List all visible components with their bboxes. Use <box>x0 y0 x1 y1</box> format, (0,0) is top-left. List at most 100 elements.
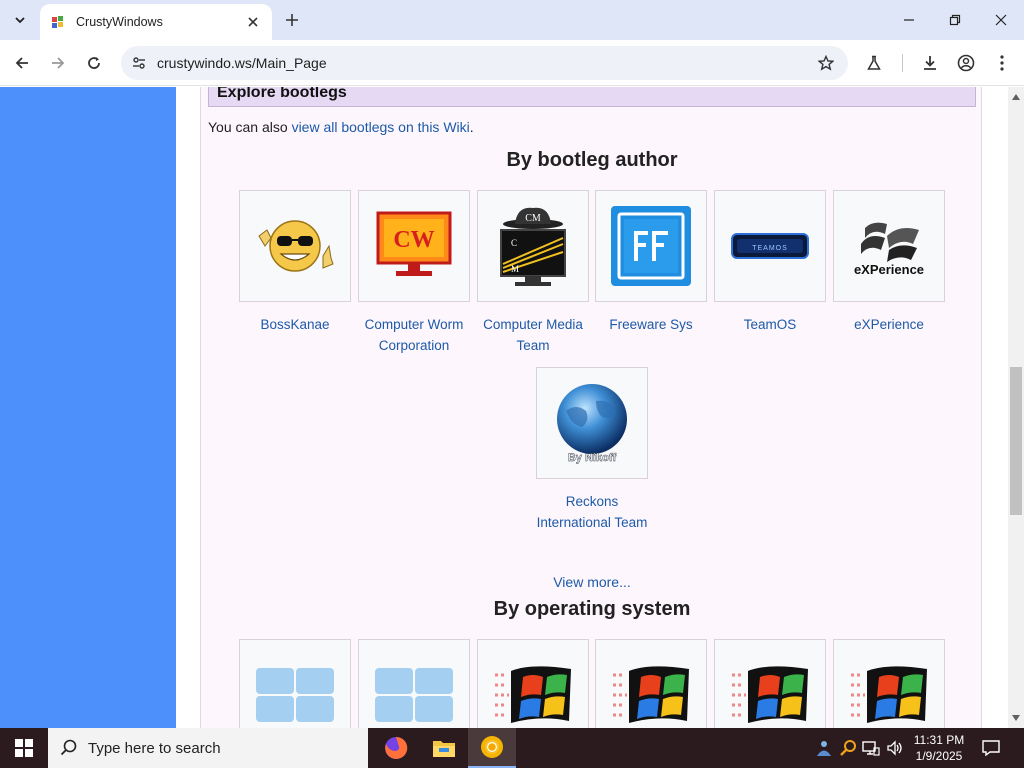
labs-button[interactable] <box>860 49 888 77</box>
view-more-link[interactable]: View more... <box>201 574 983 590</box>
new-tab-button[interactable] <box>280 8 304 32</box>
url-text[interactable]: crustywindo.ws/Main_Page <box>157 55 327 71</box>
author-card[interactable]: eXPerience eXPerience <box>833 190 945 335</box>
os-thumbnail[interactable] <box>833 639 945 728</box>
os-thumbnail[interactable] <box>595 639 707 728</box>
chevron-down-icon <box>15 17 25 24</box>
download-icon <box>924 56 936 70</box>
author-label[interactable]: BossKanae <box>239 314 351 335</box>
globe-icon: By Nikoff <box>557 384 627 464</box>
author-card[interactable]: BossKanae <box>239 190 351 335</box>
scroll-down-button[interactable] <box>1008 710 1024 726</box>
downloads-button[interactable] <box>916 49 944 77</box>
start-button[interactable] <box>0 728 48 768</box>
plus-icon <box>286 14 298 26</box>
intro-text: You can also view all bootlegs on this W… <box>208 119 474 135</box>
scroll-up-button[interactable] <box>1008 89 1024 105</box>
scrollbar-thumb[interactable] <box>1010 367 1022 515</box>
browser-tab[interactable]: CrustyWindows <box>40 4 272 40</box>
taskbar-clock[interactable]: 11:31 PM 1/9/2025 <box>910 732 968 764</box>
os-card[interactable] <box>239 639 351 728</box>
author-thumbnail[interactable] <box>595 190 707 302</box>
author-thumbnail[interactable]: eXPerience <box>833 190 945 302</box>
taskbar-firefox[interactable] <box>372 728 420 768</box>
os-thumbnail[interactable] <box>477 639 589 728</box>
tab-search-button[interactable] <box>6 6 34 34</box>
author-card[interactable]: Freeware Sys <box>595 190 707 335</box>
restore-icon <box>949 14 961 26</box>
taskbar-search-box[interactable]: Type here to search <box>48 728 368 768</box>
minimize-button[interactable] <box>886 0 932 40</box>
address-bar[interactable]: crustywindo.ws/Main_Page <box>121 46 848 80</box>
svg-text:TEAMOS: TEAMOS <box>752 245 788 252</box>
author-label[interactable]: TeamOS <box>714 314 826 335</box>
close-window-button[interactable] <box>978 0 1024 40</box>
os-thumbnail[interactable] <box>239 639 351 728</box>
author-label[interactable]: Computer Worm Corporation <box>358 314 470 356</box>
taskbar-chrome[interactable] <box>468 728 516 768</box>
experience-logo-icon: eXPerience <box>854 222 924 277</box>
view-all-bootlegs-link[interactable]: view all bootlegs on this Wiki <box>292 119 470 135</box>
svg-text:By Nikoff: By Nikoff <box>568 452 617 464</box>
reload-button[interactable] <box>80 49 108 77</box>
profile-button[interactable] <box>952 49 980 77</box>
section-heading: Explore bootlegs <box>208 87 976 107</box>
page-scrollbar[interactable] <box>1008 87 1024 728</box>
search-icon <box>60 739 77 756</box>
sunglasses-smiley-icon <box>258 220 334 272</box>
author-thumbnail[interactable]: CM C M <box>477 190 589 302</box>
author-thumbnail[interactable] <box>239 190 351 302</box>
svg-text:CW: CW <box>393 227 434 253</box>
crustywindows-favicon-icon <box>52 16 63 28</box>
author-card[interactable]: By Nikoff Reckons International Team <box>536 367 648 533</box>
tray-people-icon[interactable] <box>814 738 834 758</box>
forward-button[interactable] <box>44 49 72 77</box>
tab-close-button[interactable] <box>244 13 262 31</box>
chrome-icon <box>481 736 503 758</box>
author-label[interactable]: Freeware Sys <box>595 314 707 335</box>
taskbar-search-placeholder[interactable]: Type here to search <box>88 740 221 757</box>
windows-xp-flag-icon <box>613 666 689 723</box>
author-card[interactable]: TEAMOS TeamOS <box>714 190 826 335</box>
os-card[interactable] <box>714 639 826 728</box>
wiki-sidebar <box>0 87 176 728</box>
author-label[interactable]: Computer Media Team <box>477 314 589 356</box>
restore-button[interactable] <box>932 0 978 40</box>
cm-monitor-hat-icon: CM C M <box>500 207 566 286</box>
bookmark-star-button[interactable] <box>816 53 836 73</box>
tray-search-icon[interactable] <box>838 738 858 758</box>
by-os-heading: By operating system <box>493 598 691 620</box>
tab-title: CrustyWindows <box>76 15 163 29</box>
taskbar-file-explorer[interactable] <box>420 728 468 768</box>
star-icon <box>818 55 834 71</box>
author-label[interactable]: eXPerience <box>833 314 945 335</box>
action-center-button[interactable] <box>980 738 1002 758</box>
os-card[interactable] <box>595 639 707 728</box>
os-card[interactable] <box>477 639 589 728</box>
toolbar-separator <box>902 54 903 72</box>
author-card[interactable]: CM C M Computer Media Team <box>477 190 589 356</box>
os-thumbnail[interactable] <box>358 639 470 728</box>
os-thumbnail[interactable] <box>714 639 826 728</box>
cw-monitor-icon: CW <box>376 211 452 276</box>
author-card[interactable]: CW Computer Worm Corporation <box>358 190 470 356</box>
site-info-icon[interactable] <box>129 53 149 73</box>
close-icon <box>248 17 258 27</box>
windows-11-logo-icon <box>375 668 453 722</box>
author-label[interactable]: Reckons International Team <box>536 491 648 533</box>
svg-text:C: C <box>511 238 517 248</box>
triangle-up-icon <box>1012 94 1020 100</box>
page-content: Explore bootlegs You can also view all b… <box>176 87 1008 728</box>
author-thumbnail[interactable]: By Nikoff <box>536 367 648 479</box>
network-icon[interactable] <box>861 738 881 758</box>
author-thumbnail[interactable]: CW <box>358 190 470 302</box>
os-card[interactable] <box>833 639 945 728</box>
os-card[interactable] <box>358 639 470 728</box>
reload-icon <box>88 57 100 69</box>
menu-button[interactable] <box>988 49 1016 77</box>
author-thumbnail[interactable]: TEAMOS <box>714 190 826 302</box>
back-button[interactable] <box>8 49 36 77</box>
svg-text:CM: CM <box>525 213 541 224</box>
close-icon <box>995 14 1007 26</box>
volume-icon[interactable] <box>885 738 905 758</box>
